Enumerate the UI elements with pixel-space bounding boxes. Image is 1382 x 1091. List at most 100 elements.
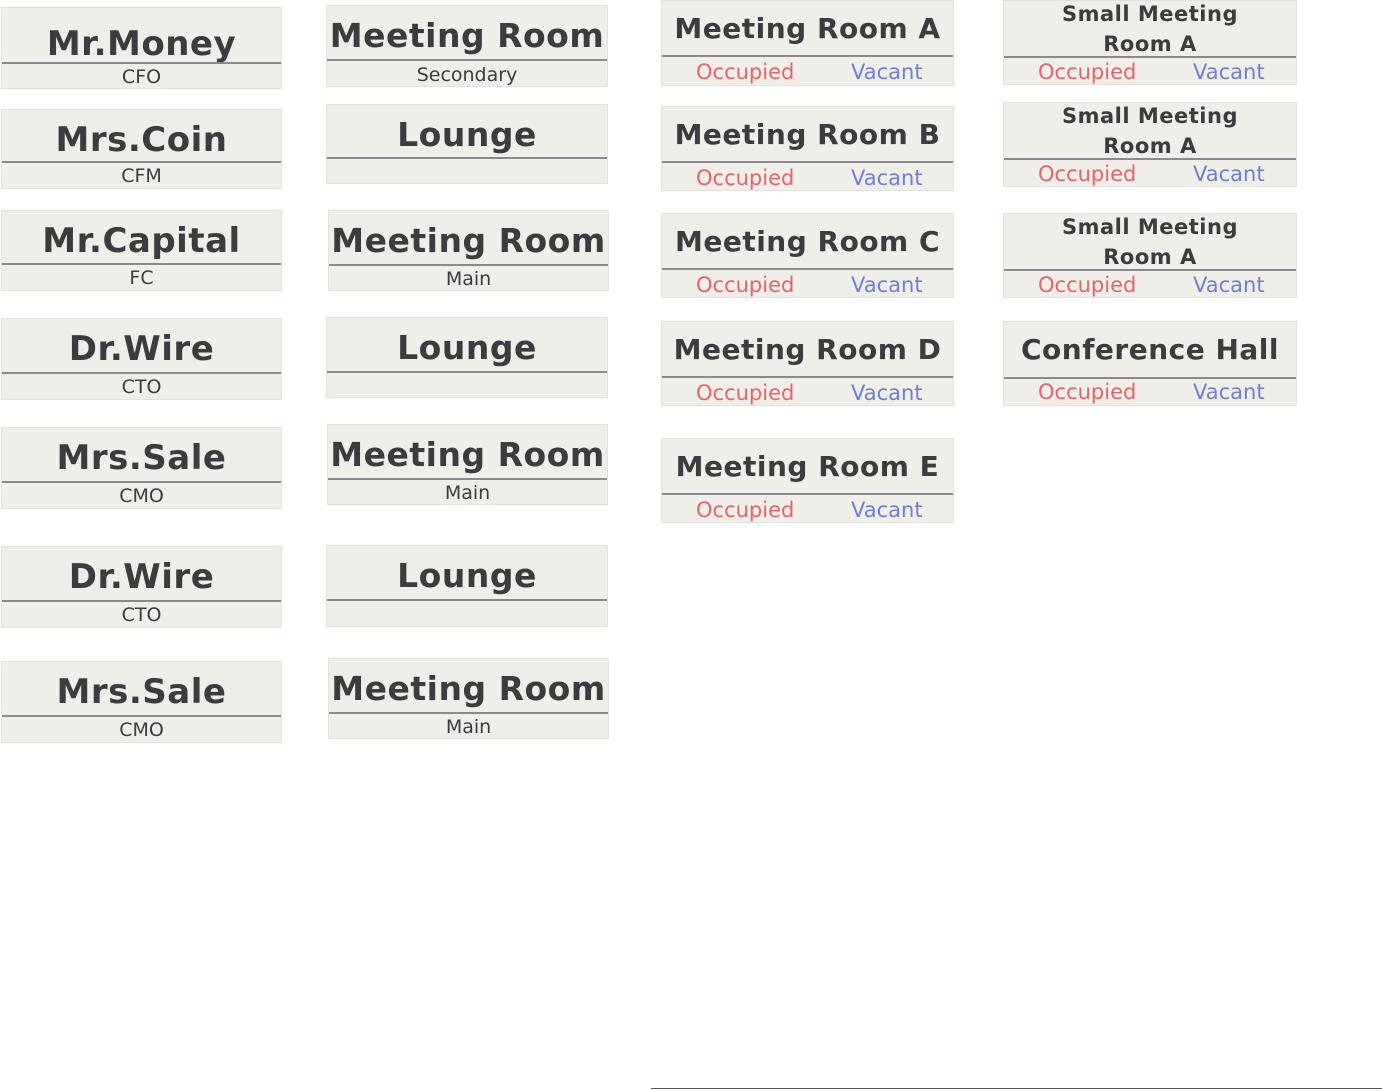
divider	[662, 268, 953, 270]
plate-name-line1: Small Meeting	[1062, 104, 1238, 128]
plate-name-line2: Room A	[1103, 245, 1197, 269]
plate-name: Meeting Room	[330, 435, 605, 474]
room-plate: Meeting Room Main	[327, 424, 608, 505]
divider	[327, 599, 607, 601]
plate-label: Main	[444, 482, 491, 504]
occupied-label: Occupied	[1038, 60, 1137, 84]
name-plate: Mr.Money CFO	[1, 7, 282, 89]
divider	[2, 372, 281, 374]
plate-name: Mrs.Coin	[55, 120, 228, 160]
divider	[328, 478, 607, 480]
occupied-label: Occupied	[1038, 162, 1137, 186]
plate-name: Meeting Room C	[674, 225, 941, 258]
plate-name: Dr.Wire	[68, 329, 215, 369]
plate-role: CFM	[121, 165, 162, 187]
vacant-label: Vacant	[1193, 273, 1265, 297]
plate-label: Secondary	[416, 64, 518, 86]
conference-hall-status-sign: Conference Hall Occupied Vacant	[1003, 321, 1297, 406]
small-room-status-sign: Small Meeting Room A Occupied Vacant	[1003, 102, 1297, 187]
plate-label: Main	[445, 268, 492, 290]
plate-name: Meeting Room D	[673, 333, 942, 366]
room-plate: Meeting Room Main	[328, 658, 609, 739]
plate-role: CFO	[121, 66, 162, 88]
divider	[2, 715, 281, 717]
plate-role: CTO	[121, 376, 162, 398]
plate-name-line1: Small Meeting	[1062, 215, 1238, 239]
vacant-label: Vacant	[1193, 162, 1265, 186]
divider	[2, 263, 281, 265]
divider	[2, 62, 281, 64]
occupied-label: Occupied	[696, 166, 795, 190]
room-plate: Meeting Room Secondary	[326, 5, 608, 87]
vacant-label: Vacant	[851, 60, 923, 84]
plate-role: CTO	[121, 604, 162, 626]
divider	[662, 161, 953, 163]
small-room-status-sign: Small Meeting Room A Occupied Vacant	[1003, 0, 1297, 85]
divider	[327, 157, 607, 159]
plate-role: CMO	[119, 719, 164, 741]
plate-name: Meeting Room	[331, 221, 606, 260]
plate-name: Lounge	[397, 328, 537, 367]
room-plate: Lounge	[326, 317, 608, 398]
name-plate: Mrs.Sale CMO	[1, 427, 282, 509]
divider	[2, 481, 281, 483]
occupied-label: Occupied	[1038, 380, 1137, 404]
name-plate: Mrs.Sale CMO	[1, 661, 282, 743]
plate-name: Mr.Money	[46, 24, 237, 64]
plate-name: Meeting Room A	[674, 12, 941, 45]
plate-name-line1: Small Meeting	[1062, 2, 1238, 26]
meeting-room-status-sign: Meeting Room B Occupied Vacant	[661, 106, 954, 191]
occupied-label: Occupied	[696, 273, 795, 297]
plate-name-line2: Room A	[1103, 32, 1197, 56]
plate-name: Mrs.Sale	[56, 438, 227, 478]
occupied-label: Occupied	[1038, 273, 1137, 297]
vacant-label: Vacant	[1193, 60, 1265, 84]
vacant-label: Vacant	[1193, 380, 1265, 404]
divider	[662, 376, 953, 378]
divider	[329, 264, 608, 266]
occupied-label: Occupied	[696, 498, 795, 522]
name-plate: Dr.Wire CTO	[1, 318, 282, 400]
bottom-rule	[651, 1088, 1382, 1089]
vacant-label: Vacant	[851, 273, 923, 297]
meeting-room-status-sign: Meeting Room D Occupied Vacant	[661, 321, 954, 406]
divider	[1004, 269, 1296, 271]
divider	[2, 161, 281, 163]
divider	[327, 371, 607, 373]
name-plate: Dr.Wire CTO	[1, 546, 282, 628]
name-plate: Mr.Capital FC	[1, 210, 282, 291]
divider	[1004, 158, 1296, 160]
plate-label: Main	[445, 716, 492, 738]
divider	[1004, 56, 1296, 58]
vacant-label: Vacant	[851, 498, 923, 522]
plate-name: Lounge	[397, 115, 537, 154]
room-plate: Lounge	[326, 104, 608, 184]
occupied-label: Occupied	[696, 60, 795, 84]
divider	[327, 59, 607, 61]
vacant-label: Vacant	[851, 166, 923, 190]
plate-name: Meeting Room B	[674, 118, 941, 151]
vacant-label: Vacant	[851, 381, 923, 405]
plate-name: Dr.Wire	[68, 557, 215, 597]
divider	[2, 600, 281, 602]
name-plate: Mrs.Coin CFM	[1, 109, 282, 189]
plate-role: CMO	[119, 485, 164, 507]
plate-role: FC	[129, 267, 154, 289]
meeting-room-status-sign: Meeting Room A Occupied Vacant	[661, 0, 954, 86]
room-plate: Lounge	[326, 545, 608, 627]
divider	[662, 493, 953, 495]
plate-name-line2: Room A	[1103, 134, 1197, 158]
meeting-room-status-sign: Meeting Room E Occupied Vacant	[661, 438, 954, 523]
divider	[329, 712, 608, 714]
small-room-status-sign: Small Meeting Room A Occupied Vacant	[1003, 213, 1297, 298]
plate-name: Meeting Room E	[675, 450, 940, 483]
room-plate: Meeting Room Main	[328, 210, 609, 291]
occupied-label: Occupied	[696, 381, 795, 405]
plate-name: Lounge	[397, 556, 537, 595]
plate-name: Mrs.Sale	[56, 672, 227, 712]
plate-name: Meeting Room	[329, 16, 605, 55]
divider	[662, 55, 953, 57]
meeting-room-status-sign: Meeting Room C Occupied Vacant	[661, 213, 954, 298]
plate-name: Mr.Capital	[42, 221, 241, 261]
plate-name: Conference Hall	[1021, 333, 1279, 366]
